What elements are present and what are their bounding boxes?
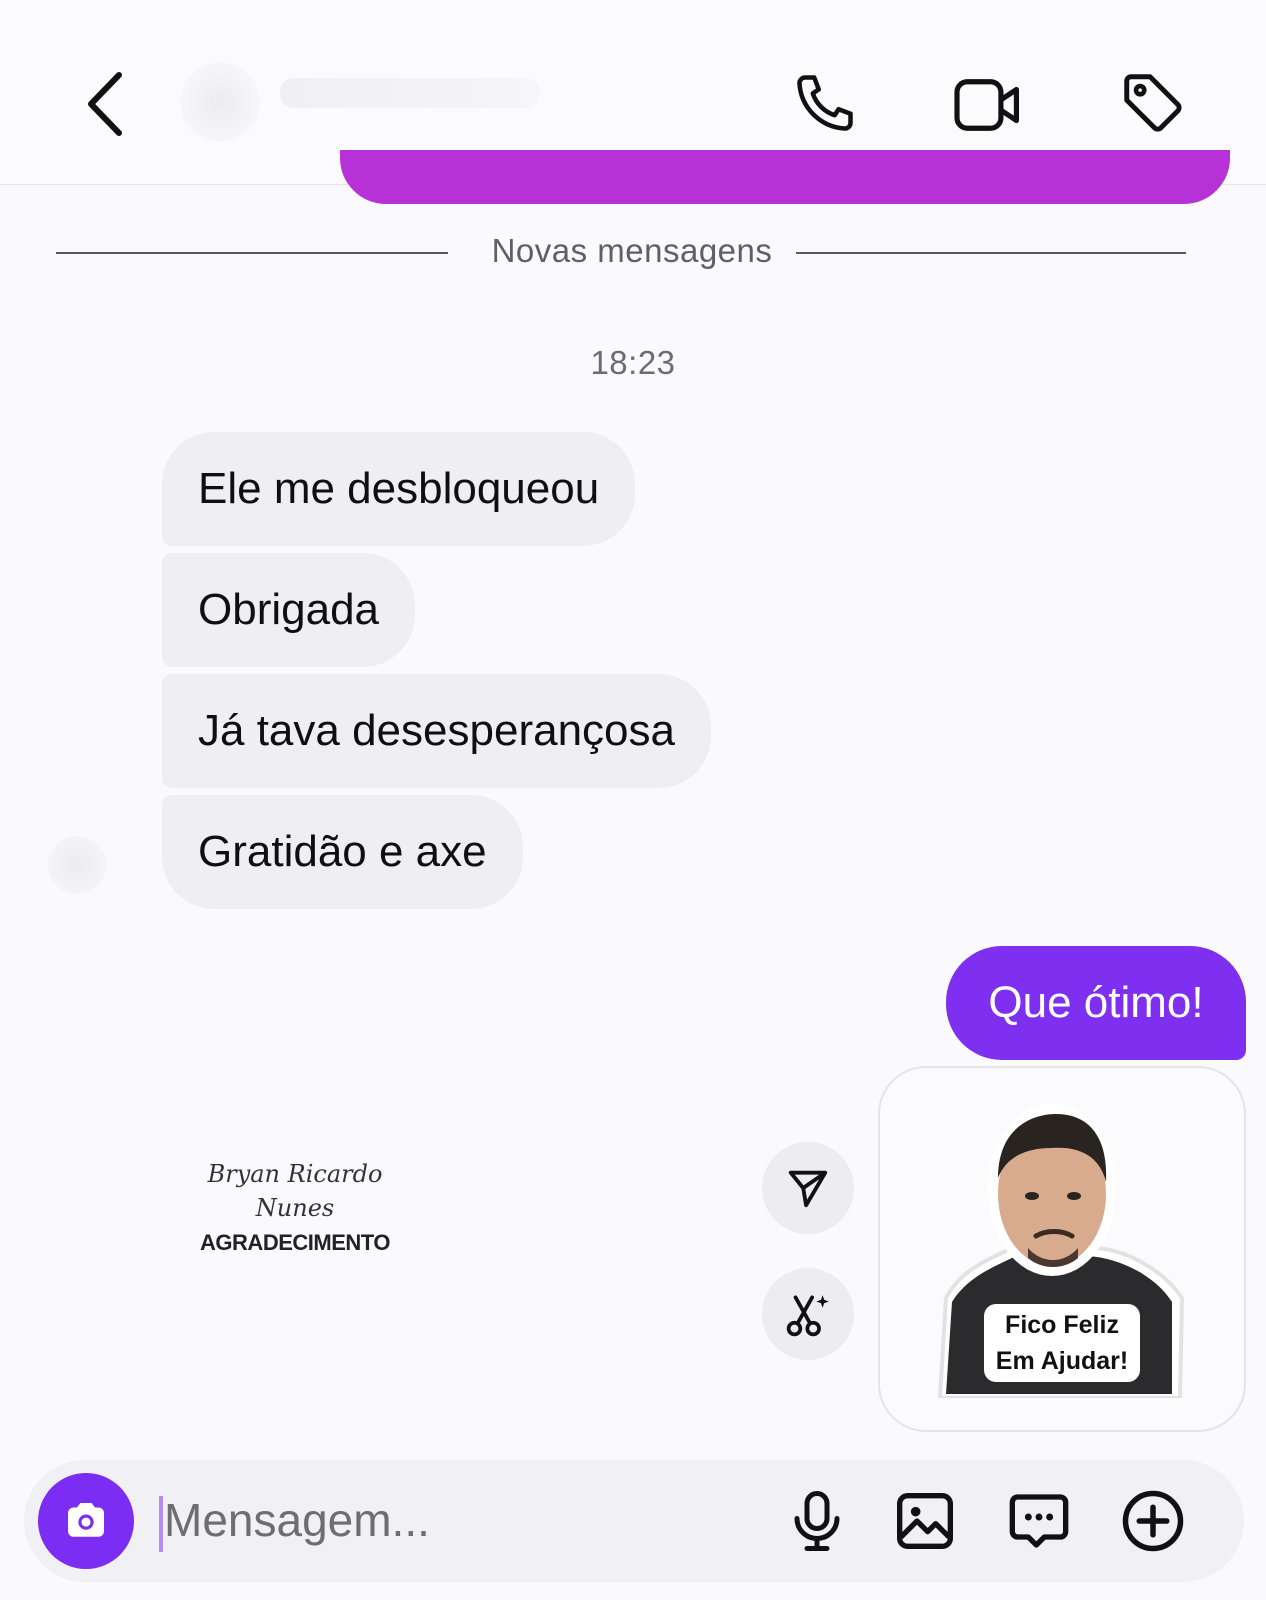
thank-you-card-image[interactable]: Bryan Ricardo Nunes AGRADECIMENTO <box>108 1042 482 1416</box>
incoming-message-bubble[interactable]: Ele me desbloqueou <box>162 432 636 546</box>
contact-name-blurred[interactable] <box>280 78 540 108</box>
plus-circle-icon <box>1122 1490 1184 1552</box>
sticker-caption-line2: Em Ajudar! <box>995 1347 1129 1375</box>
message-timestamp: 18:23 <box>590 344 676 381</box>
image-icon <box>897 1493 953 1549</box>
text-cursor <box>159 1496 163 1552</box>
sender-avatar[interactable] <box>48 836 106 894</box>
cutout-sticker-button[interactable] <box>762 1268 854 1360</box>
video-call-button[interactable] <box>948 70 1028 140</box>
incoming-message-bubble[interactable]: Gratidão e axe <box>162 795 523 909</box>
share-button[interactable] <box>762 1142 854 1234</box>
video-camera-icon <box>954 79 1020 131</box>
add-button[interactable] <box>1118 1486 1188 1556</box>
scissors-sparkle-icon <box>786 1295 829 1337</box>
sticker-chat-button[interactable] <box>1004 1486 1074 1556</box>
call-button[interactable] <box>790 68 860 138</box>
gallery-button[interactable] <box>890 1486 960 1556</box>
sticker-message[interactable]: Fico Feliz Em Ajudar! <box>878 1066 1246 1432</box>
sticker-caption: Fico Feliz Em Ajudar! <box>984 1304 1140 1382</box>
camera-button[interactable] <box>38 1473 134 1569</box>
card-caption: AGRADECIMENTO <box>200 1230 390 1255</box>
divider-right <box>796 252 1186 254</box>
previous-outgoing-bubble[interactable] <box>340 150 1230 204</box>
back-button[interactable] <box>70 64 140 144</box>
divider-left <box>56 252 448 254</box>
chevron-left-icon <box>88 72 122 136</box>
incoming-message-bubble[interactable]: Obrigada <box>162 553 416 667</box>
camera-icon <box>68 1503 104 1537</box>
message-dots-icon <box>1009 1494 1069 1548</box>
incoming-message-bubble[interactable]: Já tava desesperançosa <box>162 674 711 788</box>
tag-icon <box>1124 74 1182 132</box>
contact-avatar[interactable] <box>180 62 260 142</box>
message-input[interactable] <box>164 1480 604 1560</box>
card-name-line2: Nunes <box>255 1194 335 1222</box>
message-composer <box>24 1460 1244 1582</box>
phone-icon <box>797 75 853 131</box>
microphone-icon <box>794 1491 840 1551</box>
voice-message-button[interactable] <box>782 1486 852 1556</box>
outgoing-message-bubble[interactable]: Que ótimo! <box>946 946 1246 1060</box>
send-icon <box>788 1170 828 1208</box>
new-messages-label: Novas mensagens <box>491 232 773 269</box>
sticker-caption-line1: Fico Feliz <box>1005 1311 1119 1339</box>
card-name-line1: Bryan Ricardo <box>207 1160 383 1188</box>
tag-button[interactable] <box>1116 66 1190 140</box>
